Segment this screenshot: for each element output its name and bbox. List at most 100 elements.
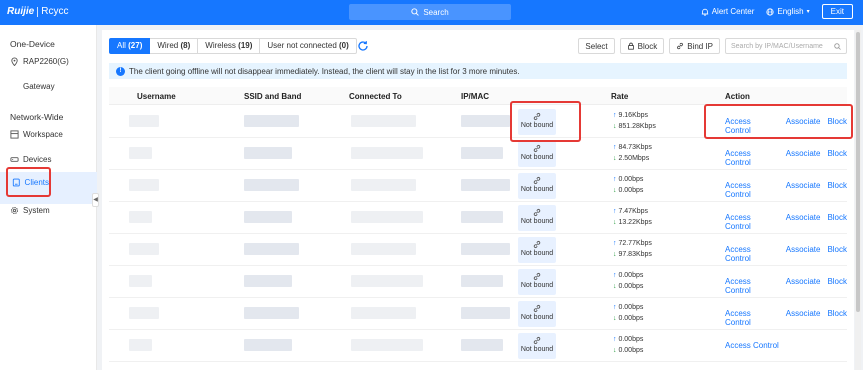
not-bound-badge[interactable]: Not bound — [518, 173, 556, 199]
bell-icon — [701, 8, 708, 16]
redacted-cell — [244, 147, 292, 159]
arrow-up-icon: ↑ — [613, 112, 617, 119]
sidebar-item-label: System — [23, 206, 50, 215]
block-link[interactable]: Block — [827, 181, 847, 199]
rate-cell: ↑ 0.00bps ↓ 0.00bps — [613, 270, 643, 292]
not-bound-label: Not bound — [520, 314, 554, 321]
redacted-cell — [461, 147, 503, 159]
client-search-input[interactable]: Search by IP/MAC/Username — [725, 38, 847, 54]
associate-link[interactable]: Associate — [786, 309, 821, 327]
sidebar-item-label: Devices — [23, 155, 52, 164]
column-connected-to: Connected To — [349, 92, 402, 101]
redacted-cell — [244, 115, 299, 127]
arrow-down-icon: ↓ — [613, 123, 617, 130]
not-bound-badge[interactable]: Not bound — [518, 333, 556, 359]
upload-rate-value: 84.73Kbps — [618, 144, 652, 151]
access-control-link[interactable]: Access Control — [725, 277, 779, 295]
info-icon: ! — [116, 66, 125, 76]
sidebar-item-gateway[interactable]: Gateway — [23, 82, 55, 91]
scrollbar-thumb[interactable] — [856, 32, 860, 312]
exit-button[interactable]: Exit — [821, 4, 853, 19]
block-link[interactable]: Block — [827, 309, 847, 327]
access-control-link[interactable]: Access Control — [725, 213, 779, 231]
access-control-link[interactable]: Access Control — [725, 181, 779, 199]
bind-ip-button[interactable]: Bind IP — [669, 38, 720, 54]
tab-wired[interactable]: Wired (8) — [150, 38, 199, 54]
redacted-cell — [351, 275, 423, 287]
sidebar-collapse-toggle[interactable]: ◀ — [92, 193, 99, 207]
link-icon — [533, 336, 541, 345]
globe-icon — [766, 7, 774, 16]
not-bound-badge[interactable]: Not bound — [518, 141, 556, 167]
table-toolbar: Select Block Bind IP Search by IP/MAC/Us… — [578, 38, 847, 54]
tab-label: All — [117, 41, 126, 50]
redacted-cell — [129, 339, 152, 351]
upload-rate-value: 0.00bps — [618, 176, 644, 183]
highlight-box-not-bound — [510, 101, 581, 142]
block-link[interactable]: Block — [827, 213, 847, 231]
upload-rate-value: 0.00bps — [618, 304, 644, 311]
row-actions: Access Control Associate Block — [725, 277, 847, 295]
not-bound-badge[interactable]: Not bound — [518, 205, 556, 231]
rate-cell: ↑ 0.00bps ↓ 0.00bps — [613, 174, 643, 196]
chevron-left-icon: ◀ — [93, 197, 98, 203]
column-rate: Rate — [611, 92, 629, 101]
block-link[interactable]: Block — [827, 245, 847, 263]
tab-count: (8) — [180, 41, 191, 50]
row-actions: Access Control Associate Block — [725, 245, 847, 263]
not-bound-badge[interactable]: Not bound — [518, 237, 556, 263]
associate-link[interactable]: Associate — [786, 213, 821, 231]
redacted-cell — [244, 243, 299, 255]
block-link[interactable]: Block — [827, 277, 847, 295]
access-control-link[interactable]: Access Control — [725, 149, 779, 167]
access-control-link[interactable]: Access Control — [725, 245, 779, 263]
sidebar-item-device[interactable]: RAP2260(G) — [10, 57, 69, 66]
redacted-cell — [461, 243, 510, 255]
refresh-icon[interactable] — [357, 40, 369, 52]
language-selector[interactable]: English ▾ — [766, 7, 810, 16]
associate-link[interactable]: Associate — [786, 277, 821, 295]
download-rate: ↓ 97.83Kbps — [613, 249, 652, 260]
block-button-label: Block — [637, 41, 658, 51]
redacted-cell — [244, 275, 292, 287]
sidebar-item-devices[interactable]: Devices — [10, 155, 51, 164]
tab-wireless[interactable]: Wireless (19) — [198, 38, 261, 54]
arrow-up-icon: ↑ — [613, 176, 617, 183]
access-control-link[interactable]: Access Control — [725, 341, 779, 350]
sidebar-item-workspace[interactable]: Workspace — [10, 130, 63, 139]
arrow-up-icon: ↑ — [613, 208, 617, 215]
associate-link[interactable]: Associate — [786, 149, 821, 167]
access-control-link[interactable]: Access Control — [725, 309, 779, 327]
column-ssid-band: SSID and Band — [244, 92, 302, 101]
alert-center-button[interactable]: Alert Center — [701, 7, 754, 16]
column-ip-mac: IP/MAC — [461, 92, 489, 101]
global-search[interactable]: Search — [349, 4, 511, 20]
download-rate-value: 0.00bps — [618, 187, 644, 194]
network-wide-heading: Network-Wide — [10, 112, 64, 122]
arrow-up-icon: ↑ — [613, 304, 617, 311]
redacted-cell — [461, 115, 510, 127]
associate-link[interactable]: Associate — [786, 245, 821, 263]
redacted-cell — [129, 243, 159, 255]
not-bound-badge[interactable]: Not bound — [518, 301, 556, 327]
tab-user-not-connected[interactable]: User not connected (0) — [260, 38, 357, 54]
download-rate: ↓ 13.22Kbps — [613, 217, 652, 228]
block-link[interactable]: Block — [827, 149, 847, 167]
download-rate-value: 13.22Kbps — [618, 219, 652, 226]
sidebar-item-clients[interactable]: Clients — [6, 167, 51, 197]
scrollbar[interactable] — [855, 30, 861, 370]
arrow-up-icon: ↑ — [613, 336, 617, 343]
block-button[interactable]: Block — [619, 38, 665, 54]
associate-link[interactable]: Associate — [786, 181, 821, 199]
select-button[interactable]: Select — [578, 38, 615, 54]
link-icon — [533, 144, 541, 153]
download-rate: ↓ 851.28Kbps — [613, 121, 656, 132]
highlight-box-actions — [704, 104, 853, 139]
sidebar-item-system[interactable]: System — [10, 206, 50, 215]
tab-all[interactable]: All (27) — [109, 38, 151, 54]
redacted-cell — [461, 339, 503, 351]
arrow-down-icon: ↓ — [613, 251, 617, 258]
upload-rate-value: 0.00bps — [618, 272, 644, 279]
row-actions: Access Control Associate Block — [725, 309, 847, 327]
not-bound-badge[interactable]: Not bound — [518, 269, 556, 295]
